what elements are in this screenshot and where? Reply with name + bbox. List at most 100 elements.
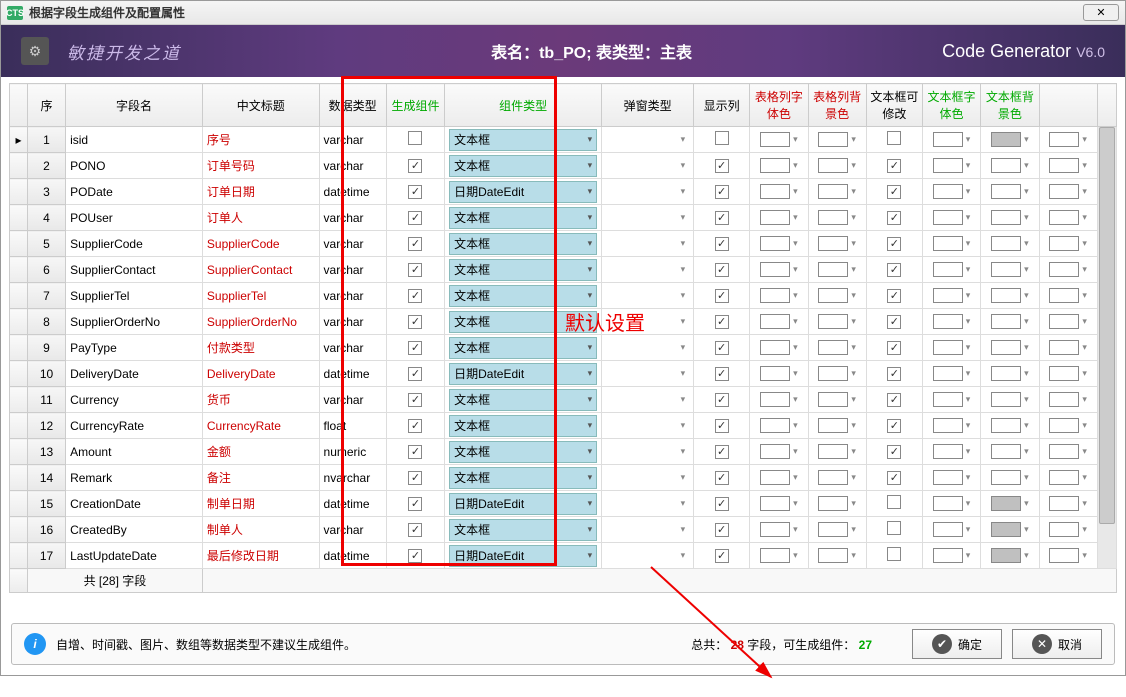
checkbox[interactable] [715,185,729,199]
table-row[interactable]: 16CreatedBy制单人varchar文本框▾▾▾▾▾▾▾ [10,517,1117,543]
col-show[interactable]: 显示列 [694,84,750,127]
pc5-cell[interactable]: ▾ [1039,127,1097,153]
chevron-down-icon[interactable]: ▾ [851,420,856,431]
chevron-down-icon[interactable]: ▾ [966,212,971,223]
pc2-cell[interactable]: ▾ [808,231,866,257]
popup-cell[interactable]: ▾ [602,205,694,231]
show-cell[interactable] [694,257,750,283]
chevron-down-icon[interactable]: ▾ [793,446,798,457]
color-swatch[interactable] [818,366,848,381]
color-swatch[interactable] [933,340,963,355]
chevron-down-icon[interactable]: ▾ [1082,238,1087,249]
table-row[interactable]: 17LastUpdateDate最后修改日期datetime日期DateEdit… [10,543,1117,569]
pc1-cell[interactable]: ▾ [750,413,808,439]
gen-cell[interactable] [386,179,444,205]
gen-cell[interactable] [386,205,444,231]
cn-title-cell[interactable]: 货币 [202,387,319,413]
chevron-down-icon[interactable]: ▾ [1082,134,1087,145]
pc5-cell[interactable]: ▾ [1039,179,1097,205]
pc5-cell[interactable]: ▾ [1039,335,1097,361]
checkbox[interactable] [887,495,901,509]
chevron-down-icon[interactable]: ▾ [966,238,971,249]
color-swatch[interactable] [933,444,963,459]
pc3-cell[interactable]: ▾ [922,361,980,387]
pc1-cell[interactable]: ▾ [750,205,808,231]
checkbox[interactable] [408,315,422,329]
chevron-down-icon[interactable]: ▾ [851,134,856,145]
table-row[interactable]: 7SupplierTelSupplierTelvarchar文本框▾▾▾▾▾▾▾ [10,283,1117,309]
popup-combo[interactable]: ▾ [606,389,689,411]
pc2-cell[interactable]: ▾ [808,335,866,361]
field-name-cell[interactable]: SupplierOrderNo [66,309,203,335]
chevron-down-icon[interactable]: ▾ [1082,290,1087,301]
field-name-cell[interactable]: CreationDate [66,491,203,517]
ctype-cell[interactable]: 日期DateEdit▾ [445,491,602,517]
cn-title-cell[interactable]: 订单人 [202,205,319,231]
table-row[interactable]: 4POUser订单人varchar文本框▾▾▾▾▾▾▾ [10,205,1117,231]
color-swatch[interactable] [760,418,790,433]
popup-combo[interactable]: ▾ [606,155,689,177]
pc5-cell[interactable]: ▾ [1039,231,1097,257]
show-cell[interactable] [694,543,750,569]
color-swatch[interactable] [991,470,1021,485]
color-swatch[interactable] [818,288,848,303]
checkbox[interactable] [715,289,729,303]
edit-cell[interactable] [866,491,922,517]
checkbox[interactable] [715,471,729,485]
popup-cell[interactable]: ▾ [602,153,694,179]
popup-cell[interactable]: ▾ [602,543,694,569]
pc2-cell[interactable]: ▾ [808,257,866,283]
chevron-down-icon[interactable]: ▾ [1024,316,1029,327]
ctype-cell[interactable]: 日期DateEdit▾ [445,543,602,569]
chevron-down-icon[interactable]: ▾ [1024,134,1029,145]
chevron-down-icon[interactable]: ▾ [966,472,971,483]
ctype-combo[interactable]: 文本框▾ [449,129,597,151]
checkbox[interactable] [887,445,901,459]
pc4-cell[interactable]: ▾ [981,153,1039,179]
popup-cell[interactable]: ▾ [602,439,694,465]
chevron-down-icon[interactable]: ▾ [966,290,971,301]
checkbox[interactable] [408,211,422,225]
color-swatch[interactable] [933,548,963,563]
edit-cell[interactable] [866,543,922,569]
color-swatch[interactable] [818,184,848,199]
color-swatch[interactable] [933,522,963,537]
pc2-cell[interactable]: ▾ [808,283,866,309]
col-popup[interactable]: 弹窗类型 [602,84,694,127]
color-swatch[interactable] [1049,418,1079,433]
popup-cell[interactable]: ▾ [602,491,694,517]
chevron-down-icon[interactable]: ▾ [793,550,798,561]
gen-cell[interactable] [386,543,444,569]
color-swatch[interactable] [933,392,963,407]
chevron-down-icon[interactable]: ▾ [966,420,971,431]
color-swatch[interactable] [1049,314,1079,329]
chevron-down-icon[interactable]: ▾ [966,550,971,561]
pc5-cell[interactable]: ▾ [1039,257,1097,283]
edit-cell[interactable] [866,179,922,205]
chevron-down-icon[interactable]: ▾ [1082,186,1087,197]
gen-cell[interactable] [386,127,444,153]
pc4-cell[interactable]: ▾ [981,543,1039,569]
cancel-button[interactable]: ✕ 取消 [1012,629,1102,659]
scroll-thumb[interactable] [1099,127,1115,524]
color-swatch[interactable] [991,236,1021,251]
color-swatch[interactable] [818,262,848,277]
color-swatch[interactable] [760,548,790,563]
table-row[interactable]: 3PODate订单日期datetime日期DateEdit▾▾▾▾▾▾▾ [10,179,1117,205]
popup-cell[interactable]: ▾ [602,257,694,283]
chevron-down-icon[interactable]: ▾ [1082,498,1087,509]
color-swatch[interactable] [933,132,963,147]
checkbox[interactable] [715,419,729,433]
checkbox[interactable] [887,131,901,145]
pc4-cell[interactable]: ▾ [981,413,1039,439]
gear-icon[interactable]: ⚙ [21,37,49,65]
pc3-cell[interactable]: ▾ [922,153,980,179]
pc3-cell[interactable]: ▾ [922,257,980,283]
edit-cell[interactable] [866,517,922,543]
pc4-cell[interactable]: ▾ [981,361,1039,387]
chevron-down-icon[interactable]: ▾ [1082,342,1087,353]
color-swatch[interactable] [991,366,1021,381]
color-swatch[interactable] [933,184,963,199]
chevron-down-icon[interactable]: ▾ [793,368,798,379]
popup-combo[interactable]: ▾ [606,415,689,437]
